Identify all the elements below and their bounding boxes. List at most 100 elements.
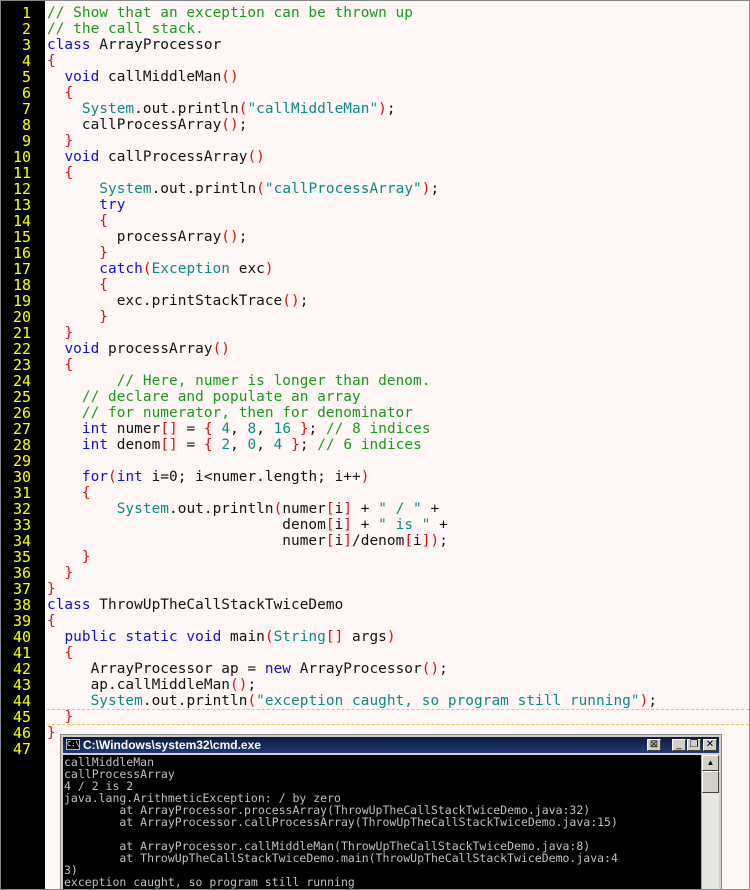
code-line[interactable]: { [47, 357, 749, 373]
code-token: ] [343, 517, 353, 533]
code-line[interactable]: callProcessArray(); [47, 117, 749, 133]
line-number: 29 [12, 452, 31, 470]
code-token: void [64, 69, 100, 85]
code-token: ap.callMiddleMan [47, 677, 230, 693]
code-line[interactable]: int denom[] = { 2, 0, 4 }; // 6 indices [47, 437, 749, 453]
code-line[interactable]: // for numerator, then for denominator [47, 405, 749, 421]
scroll-up-icon[interactable]: ▲ [702, 755, 719, 771]
code-line[interactable]: public static void main(String[] args) [47, 629, 749, 645]
code-token: () [221, 69, 239, 85]
code-token: } [99, 245, 109, 261]
code-line[interactable]: ap.callMiddleMan(); [47, 677, 749, 693]
line-number: 17 [12, 260, 31, 278]
code-line[interactable]: { [47, 213, 749, 229]
code-line[interactable]: class ThrowUpTheCallStackTwiceDemo [47, 597, 749, 613]
code-line[interactable] [47, 453, 749, 469]
cmd-title-bar[interactable]: C:\ C:\Windows\system32\cmd.exe ⊠ _ ❐ ✕ [63, 737, 719, 753]
code-token: ArrayProcessor [291, 661, 422, 677]
close-button[interactable]: ✕ [703, 739, 717, 751]
code-line[interactable]: class ArrayProcessor [47, 37, 749, 53]
code-token: () [230, 677, 248, 693]
code-token: /denom [352, 533, 405, 549]
line-number: 34 [12, 532, 31, 550]
code-line[interactable]: // Here, numer is longer than denom. [47, 373, 749, 389]
code-line[interactable]: } [47, 549, 749, 565]
restore-button[interactable]: ❐ [687, 739, 701, 751]
line-number: 22 [12, 340, 31, 358]
code-line[interactable]: System.out.println("exception caught, so… [47, 693, 749, 709]
code-line[interactable]: } [47, 325, 749, 341]
code-token: callProcessArray [99, 149, 248, 165]
line-number: 3 [21, 36, 31, 54]
code-line[interactable]: denom[i] + " is " + [47, 517, 749, 533]
code-line[interactable]: void processArray() [47, 341, 749, 357]
code-line[interactable]: int numer[] = { 4, 8, 16 }; // 8 indices [47, 421, 749, 437]
code-token: // Show that an exception can be thrown … [47, 5, 413, 21]
code-line[interactable]: { [47, 485, 749, 501]
line-number: 6 [21, 84, 31, 102]
code-line[interactable]: } [47, 133, 749, 149]
code-line[interactable]: } [47, 245, 749, 261]
code-token: String [273, 629, 326, 645]
code-token: } [81, 549, 91, 565]
line-number: 27 [12, 420, 31, 438]
vertical-scrollbar[interactable]: ▲ [701, 755, 719, 889]
code-line[interactable]: { [47, 53, 749, 69]
code-line[interactable]: ArrayProcessor ap = new ArrayProcessor()… [47, 661, 749, 677]
code-line[interactable]: System.out.println(numer[i] + " / " + [47, 501, 749, 517]
code-line[interactable]: System.out.println("callProcessArray"); [47, 181, 749, 197]
code-line[interactable]: { [47, 613, 749, 629]
code-line[interactable]: // Show that an exception can be thrown … [47, 5, 749, 21]
code-token: .out.println [134, 101, 239, 117]
code-line[interactable]: for(int i=0; i<numer.length; i++) [47, 469, 749, 485]
code-token: } [291, 437, 300, 453]
code-token: i [334, 533, 344, 549]
line-number: 4 [21, 52, 31, 70]
scroll-thumb[interactable] [702, 771, 719, 793]
line-number: 35 [12, 548, 31, 566]
code-line[interactable]: { [47, 277, 749, 293]
code-line[interactable]: } [47, 309, 749, 325]
code-line[interactable]: } [47, 709, 749, 725]
line-number: 9 [21, 132, 31, 150]
code-token: () [282, 293, 300, 309]
line-number: 21 [12, 324, 31, 342]
minimize-button[interactable]: _ [672, 739, 686, 751]
code-line[interactable]: { [47, 645, 749, 661]
cmd-window[interactable]: C:\ C:\Windows\system32\cmd.exe ⊠ _ ❐ ✕ … [60, 734, 722, 890]
line-number: 10 [12, 148, 31, 166]
code-token: 4 [221, 421, 231, 437]
line-number: 30 [12, 468, 31, 486]
code-line[interactable]: exc.printStackTrace(); [47, 293, 749, 309]
code-token: [ [404, 533, 414, 549]
code-token: 16 [273, 421, 292, 437]
code-line[interactable]: void callProcessArray() [47, 149, 749, 165]
code-token: ( [142, 261, 152, 277]
code-line[interactable]: // declare and populate an array [47, 389, 749, 405]
code-line[interactable]: processArray(); [47, 229, 749, 245]
code-token: ; [648, 693, 658, 709]
code-line[interactable]: } [47, 565, 749, 581]
line-number: 7 [21, 100, 31, 118]
code-line[interactable]: try [47, 197, 749, 213]
code-token: } [99, 309, 109, 325]
code-line[interactable]: System.out.println("callMiddleMan"); [47, 101, 749, 117]
code-token: } [64, 565, 74, 581]
code-line[interactable]: } [47, 581, 749, 597]
window-menu-icon[interactable]: ⊠ [647, 739, 661, 751]
code-line[interactable]: void callMiddleMan() [47, 69, 749, 85]
console-output[interactable]: callMiddleMan callProcessArray 4 / 2 is 2j… [63, 755, 702, 889]
line-number-gutter: 1 2 3 4 5 6 7 8 9 10 11 12 13 14 15 16 17 18 19 20 21 22 23 24 2… [1, 1, 45, 889]
code-line[interactable]: catch(Exception exc) [47, 261, 749, 277]
code-line[interactable]: // the call stack. [47, 21, 749, 37]
code-line[interactable]: { [47, 85, 749, 101]
code-line[interactable]: { [47, 165, 749, 181]
code-line[interactable]: numer[i]/denom[i]); [47, 533, 749, 549]
